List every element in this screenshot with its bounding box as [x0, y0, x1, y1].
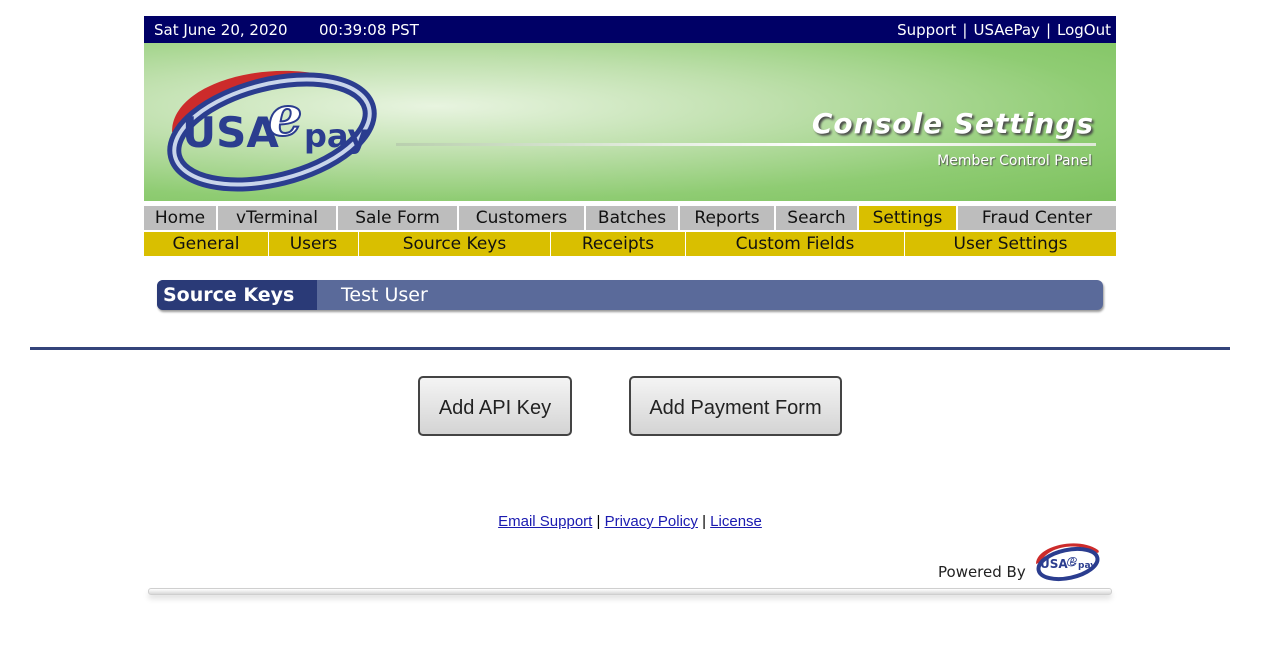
svg-text:pay: pay	[1078, 561, 1096, 571]
svg-text:e: e	[1067, 551, 1077, 570]
banner-title: Console Settings	[811, 107, 1094, 140]
subnav-source-keys[interactable]: Source Keys	[359, 232, 551, 256]
usaepay-small-logo: USA e pay	[1036, 543, 1100, 582]
license-link[interactable]: License	[710, 513, 762, 530]
banner-divider	[396, 143, 1096, 146]
top-bar: Sat June 20, 2020 00:39:08 PST Support | U…	[144, 16, 1116, 43]
subnav-user-settings[interactable]: User Settings	[905, 232, 1116, 256]
svg-text:pay: pay	[304, 117, 369, 155]
date-display: Sat June 20, 2020	[154, 21, 288, 39]
email-support-link[interactable]: Email Support	[498, 513, 592, 530]
section-title: Source Keys	[157, 280, 317, 310]
usaepay-logo: USA e pay	[167, 70, 377, 192]
svg-text:e: e	[268, 84, 302, 148]
secondary-nav: General Users Source Keys Receipts Custo…	[144, 232, 1116, 256]
footer-shelf	[148, 588, 1112, 595]
subnav-receipts[interactable]: Receipts	[551, 232, 686, 256]
usaepay-link[interactable]: USAePay	[973, 21, 1039, 39]
header-banner: USA e pay Console Settings Member Contro…	[144, 43, 1116, 201]
top-links: Support | USAePay | LogOut	[897, 21, 1111, 39]
primary-nav: Home vTerminal Sale Form Customers Batch…	[144, 206, 1116, 230]
logout-link[interactable]: LogOut	[1057, 21, 1111, 39]
powered-by-text: Powered By	[938, 563, 1026, 581]
add-payment-form-button[interactable]: Add Payment Form	[629, 376, 842, 436]
nav-sale-form[interactable]: Sale Form	[338, 206, 459, 230]
banner-subtitle: Member Control Panel	[937, 153, 1092, 169]
svg-text:USA: USA	[182, 108, 279, 157]
svg-text:USA: USA	[1040, 557, 1068, 571]
time-display: 00:39:08 PST	[319, 21, 419, 39]
nav-fraud-center[interactable]: Fraud Center	[958, 206, 1116, 230]
subnav-custom-fields[interactable]: Custom Fields	[686, 232, 905, 256]
nav-reports[interactable]: Reports	[680, 206, 776, 230]
add-api-key-button[interactable]: Add API Key	[418, 376, 572, 436]
section-heading-bar: Source Keys Test User	[157, 280, 1103, 310]
nav-vterminal[interactable]: vTerminal	[218, 206, 338, 230]
current-user: Test User	[341, 284, 428, 306]
nav-search[interactable]: Search	[776, 206, 859, 230]
nav-batches[interactable]: Batches	[586, 206, 680, 230]
subnav-general[interactable]: General	[144, 232, 269, 256]
support-link[interactable]: Support	[897, 21, 956, 39]
footer-links: Email Support | Privacy Policy | License	[498, 513, 762, 530]
nav-settings[interactable]: Settings	[859, 206, 958, 230]
nav-home[interactable]: Home	[144, 206, 218, 230]
privacy-policy-link[interactable]: Privacy Policy	[605, 513, 698, 530]
nav-customers[interactable]: Customers	[459, 206, 586, 230]
subnav-users[interactable]: Users	[269, 232, 359, 256]
horizontal-divider	[30, 347, 1230, 350]
